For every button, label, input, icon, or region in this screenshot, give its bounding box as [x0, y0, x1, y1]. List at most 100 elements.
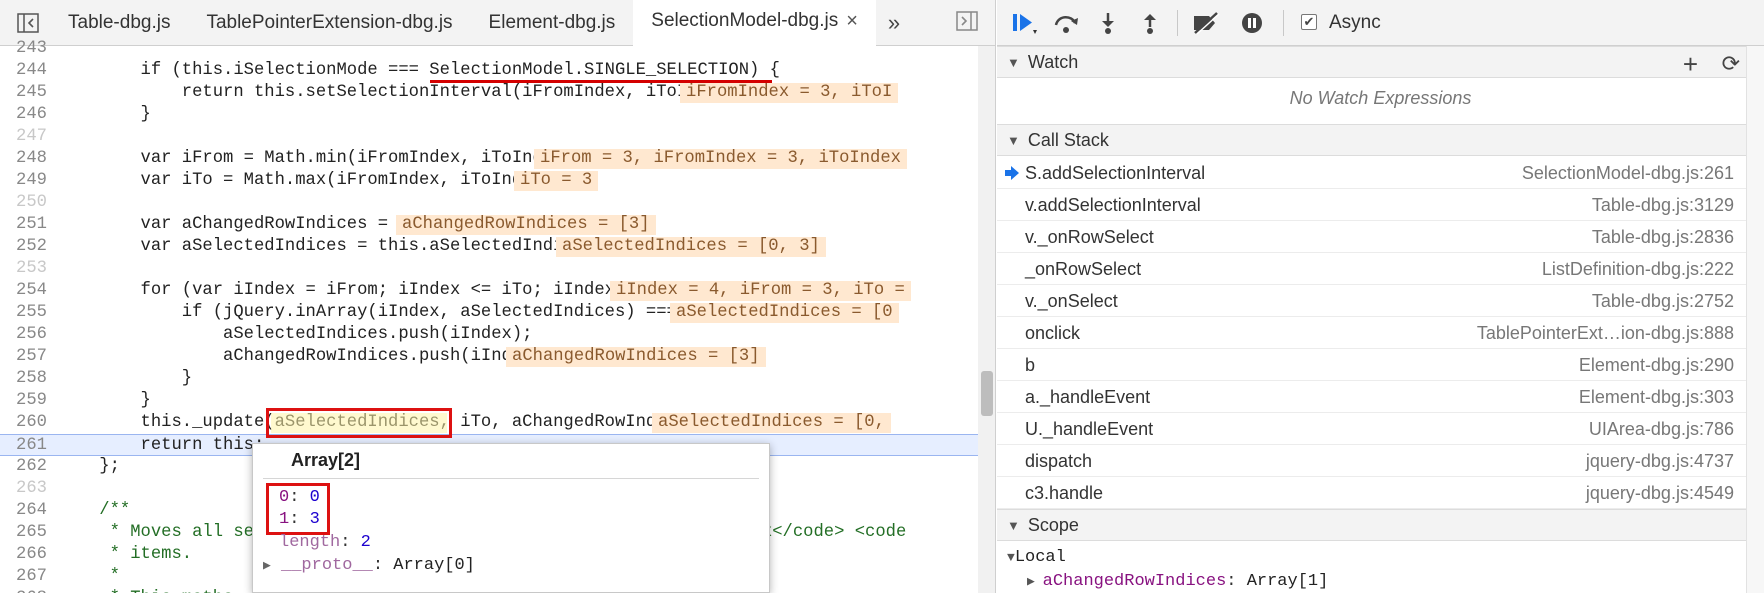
async-label: Async	[1329, 12, 1381, 33]
code-text: return this;	[58, 436, 265, 455]
code-line-249[interactable]: 249 var iTo = Math.max(iFromIndex, iToIn…	[0, 170, 978, 192]
tab-label: SelectionModel-dbg.js	[651, 10, 839, 31]
code-text: aSelectedIndices.push(iIndex);	[58, 325, 533, 344]
call-frame[interactable]: v._onSelect Table-dbg.js:2752	[997, 285, 1746, 317]
scope-section-header[interactable]: ▼ Scope	[997, 509, 1764, 541]
line-number[interactable]: 266	[0, 544, 47, 566]
code-line-256[interactable]: 256 aSelectedIndices.push(iIndex);	[0, 324, 978, 346]
toggle-debugger-icon[interactable]	[956, 11, 982, 35]
frame-location-link[interactable]: Table-dbg.js:2752	[1592, 285, 1734, 317]
frame-location-link[interactable]: TablePointerExt…ion-dbg.js:888	[1477, 317, 1734, 349]
sidebar-scrollbar[interactable]	[1746, 46, 1764, 593]
popover-row-proto[interactable]: ▶ __proto__: Array[0]	[263, 555, 475, 577]
call-frame[interactable]: _onRowSelect ListDefinition-dbg.js:222	[997, 253, 1746, 285]
call-frame[interactable]: v.addSelectionInterval Table-dbg.js:3129	[997, 189, 1746, 221]
code-line-252[interactable]: 252 var aSelectedIndices = this.aSelecte…	[0, 236, 978, 258]
code-line-248[interactable]: 248 var iFrom = Math.min(iFromIndex, iTo…	[0, 148, 978, 170]
call-frame[interactable]: v._onRowSelect Table-dbg.js:2836	[997, 221, 1746, 253]
call-frame[interactable]: onclick TablePointerExt…ion-dbg.js:888	[997, 317, 1746, 349]
collapse-triangle-icon: ▼	[1007, 550, 1015, 565]
code-line-251[interactable]: 251 var aChangedRowIndices = []; aChanged…	[0, 214, 978, 236]
line-number[interactable]: 247	[0, 126, 47, 148]
refresh-watch-icon[interactable]: ⟳	[1722, 51, 1740, 77]
line-number[interactable]: 267	[0, 566, 47, 588]
line-number[interactable]: 262	[0, 456, 47, 478]
line-number[interactable]: 250	[0, 192, 47, 214]
line-number[interactable]: 246	[0, 104, 47, 126]
call-frame[interactable]: dispatch jquery-dbg.js:4737	[997, 445, 1746, 477]
scope-local-header[interactable]: ▼Local	[1007, 548, 1066, 567]
line-number[interactable]: 245	[0, 82, 47, 104]
toggle-navigator-icon[interactable]	[12, 11, 44, 35]
line-number[interactable]: 253	[0, 258, 47, 280]
line-number[interactable]: 251	[0, 214, 47, 236]
call-frame[interactable]: U._handleEvent UIArea-dbg.js:786	[997, 413, 1746, 445]
call-frame[interactable]: a._handleEvent Element-dbg.js:303	[997, 381, 1746, 413]
call-frame[interactable]: c3.handle jquery-dbg.js:4549	[997, 477, 1746, 509]
editor-scrollbar[interactable]	[978, 46, 995, 593]
deactivate-breakpoints-icon[interactable]	[1191, 9, 1221, 37]
line-number[interactable]: 249	[0, 170, 47, 192]
code-text: }	[58, 105, 151, 124]
frame-location-link[interactable]: ListDefinition-dbg.js:222	[1542, 253, 1734, 285]
line-number[interactable]: 257	[0, 346, 47, 368]
pause-on-exceptions-icon[interactable]	[1237, 9, 1267, 37]
code-line-254[interactable]: 254 for (var iIndex = iFrom; iIndex <= i…	[0, 280, 978, 302]
code-line-255[interactable]: 255 if (jQuery.inArray(iIndex, aSelected…	[0, 302, 978, 324]
code-text: var aSelectedIndices = this.aSelectedInd…	[58, 237, 605, 256]
line-number[interactable]: 256	[0, 324, 47, 346]
code-line-246[interactable]: 246 }	[0, 104, 978, 126]
line-number[interactable]: 264	[0, 500, 47, 522]
frame-location-link[interactable]: Element-dbg.js:303	[1579, 381, 1734, 413]
line-number[interactable]: 261	[0, 435, 47, 457]
line-number[interactable]: 255	[0, 302, 47, 324]
code-text: var iTo = Math.max(iFromIndex, iToIndex)…	[58, 171, 564, 190]
line-number[interactable]: 258	[0, 368, 47, 390]
line-number[interactable]: 265	[0, 522, 47, 544]
code-line-258[interactable]: 258 }	[0, 368, 978, 390]
code-line-243[interactable]: 243	[0, 38, 978, 60]
line-number[interactable]: 254	[0, 280, 47, 302]
inline-value: aSelectedIndices = [0,	[652, 413, 891, 433]
call-stack-section-header[interactable]: ▼ Call Stack	[997, 124, 1764, 156]
async-checkbox[interactable]: ✔	[1301, 14, 1317, 30]
resume-icon[interactable]	[1009, 9, 1039, 37]
line-number[interactable]: 252	[0, 236, 47, 258]
code-line-260[interactable]: 260 this._update(aSelectedIndices, iTo, …	[0, 412, 978, 434]
code-line-247[interactable]: 247	[0, 126, 978, 148]
source-editor-pane: Table-dbg.js TablePointerExtension-dbg.j…	[0, 0, 996, 593]
add-watch-icon[interactable]: +	[1683, 49, 1698, 80]
code-line-257[interactable]: 257 aChangedRowIndices.push(iIndex); aCha…	[0, 346, 978, 368]
step-over-icon[interactable]	[1051, 9, 1081, 37]
frame-location-link[interactable]: jquery-dbg.js:4549	[1586, 477, 1734, 509]
frame-location-link[interactable]: SelectionModel-dbg.js:261	[1522, 157, 1734, 189]
line-number[interactable]: 259	[0, 390, 47, 412]
line-number[interactable]: 244	[0, 60, 47, 82]
scope-variable-row[interactable]: ▶ aChangedRowIndices: Array[1]	[1027, 572, 1328, 591]
scrollbar-thumb[interactable]	[981, 371, 993, 416]
frame-location-link[interactable]: Table-dbg.js:3129	[1592, 189, 1734, 221]
step-into-icon[interactable]	[1093, 9, 1123, 37]
code-line-259[interactable]: 259 }	[0, 390, 978, 412]
line-number[interactable]: 243	[0, 38, 47, 60]
frame-location-link[interactable]: UIArea-dbg.js:786	[1589, 413, 1734, 445]
code-line-244[interactable]: 244 if (this.iSelectionMode === Selectio…	[0, 60, 978, 82]
frame-location-link[interactable]: Table-dbg.js:2836	[1592, 221, 1734, 253]
call-frame[interactable]: S.addSelectionInterval SelectionModel-dbg…	[997, 157, 1746, 189]
code-line-250[interactable]: 250	[0, 192, 978, 214]
line-number[interactable]: 268	[0, 588, 47, 593]
code-text: *	[58, 567, 120, 586]
watch-section-header[interactable]: ▼ Watch + ⟳	[997, 46, 1764, 80]
close-icon[interactable]: ×	[846, 10, 858, 33]
line-number[interactable]: 260	[0, 412, 47, 434]
inline-value: iTo = 3	[514, 171, 599, 191]
variable-popover: Array[2] 0: 0 1: 3 length: 2 ▶ __proto__…	[252, 443, 770, 593]
code-line-245[interactable]: 245 return this.setSelectionInterval(iFr…	[0, 82, 978, 104]
code-line-253[interactable]: 253	[0, 258, 978, 280]
line-number[interactable]: 248	[0, 148, 47, 170]
step-out-icon[interactable]	[1135, 9, 1165, 37]
call-frame[interactable]: b Element-dbg.js:290	[997, 349, 1746, 381]
line-number[interactable]: 263	[0, 478, 47, 500]
frame-location-link[interactable]: jquery-dbg.js:4737	[1586, 445, 1734, 477]
frame-location-link[interactable]: Element-dbg.js:290	[1579, 349, 1734, 381]
